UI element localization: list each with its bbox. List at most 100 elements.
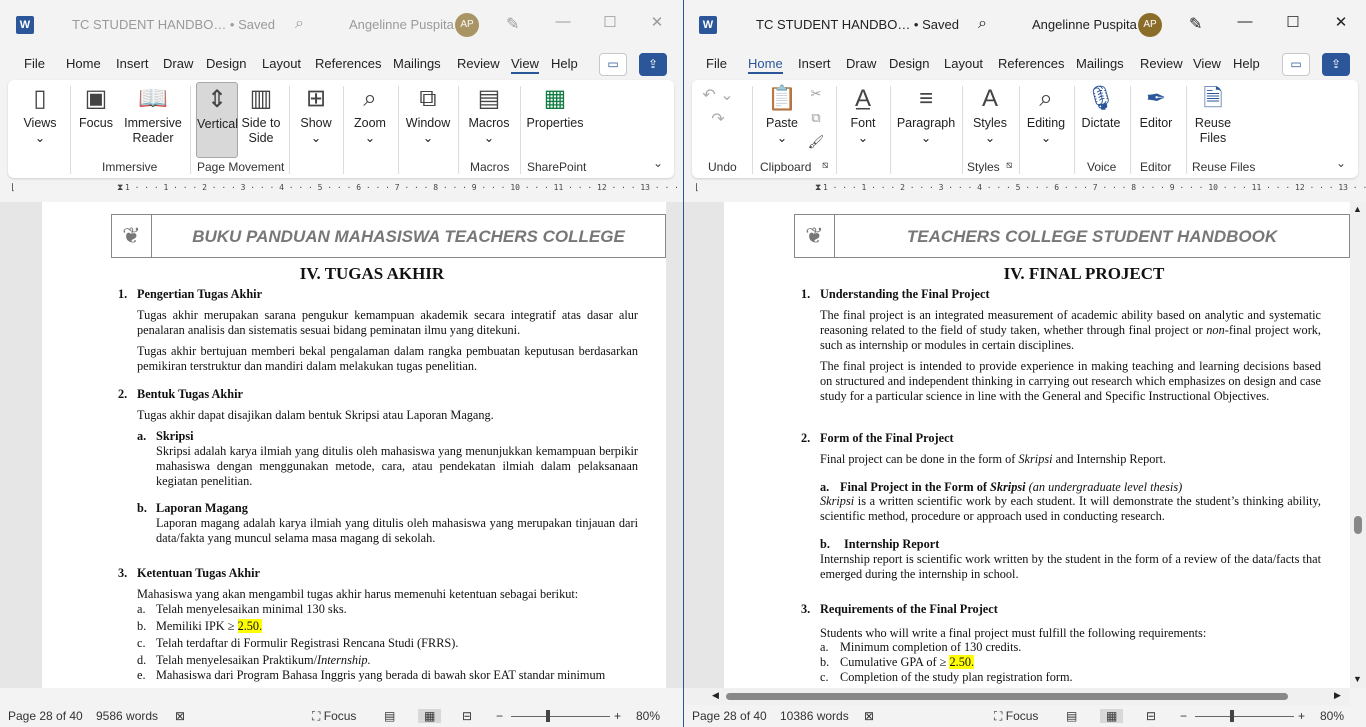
focus-mode-button[interactable]: ⛶ Focus: [994, 709, 1038, 724]
tab-review[interactable]: Review: [1140, 56, 1183, 71]
designer-icon[interactable]: ✎: [506, 14, 519, 34]
scroll-up-arrow-icon[interactable]: ▲: [1353, 204, 1362, 214]
page-count[interactable]: Page 28 of 40: [692, 709, 767, 723]
read-mode-icon[interactable]: ▤: [1066, 709, 1077, 723]
document-page[interactable]: ❦ BUKU PANDUAN MAHASISWA TEACHERS COLLEG…: [42, 202, 666, 688]
views-button[interactable]: ▯ Views ⌄: [18, 82, 62, 158]
indent-marker[interactable]: ⧗: [117, 183, 123, 193]
horizontal-ruler[interactable]: ⌊ ⧗ 1 · · · 1 · · · 2 · · · 3 · · · 4 · …: [0, 183, 683, 197]
document-area[interactable]: ❦ BUKU PANDUAN MAHASISWA TEACHERS COLLEG…: [0, 202, 683, 688]
scroll-right-arrow-icon[interactable]: ▶: [1334, 690, 1341, 701]
avatar[interactable]: AP: [455, 13, 479, 37]
tab-design[interactable]: Design: [206, 56, 246, 71]
tab-layout[interactable]: Layout: [262, 56, 301, 71]
tab-mailings[interactable]: Mailings: [393, 56, 441, 71]
focus-button[interactable]: ▣ Focus: [76, 82, 116, 158]
zoom-out-button[interactable]: −: [1180, 709, 1187, 723]
search-icon[interactable]: ⌕: [978, 15, 987, 33]
zoom-in-button[interactable]: +: [1298, 709, 1305, 723]
minimize-button[interactable]: —: [1235, 13, 1255, 30]
maximize-button[interactable]: ☐: [600, 13, 620, 31]
zoom-out-button[interactable]: −: [496, 709, 503, 723]
zoom-level[interactable]: 80%: [1320, 709, 1344, 723]
page-count[interactable]: Page 28 of 40: [8, 709, 83, 723]
maximize-button[interactable]: ☐: [1283, 13, 1303, 31]
tab-references[interactable]: References: [998, 56, 1064, 71]
tab-file[interactable]: File: [24, 56, 45, 71]
tab-layout[interactable]: Layout: [944, 56, 983, 71]
tab-review[interactable]: Review: [457, 56, 500, 71]
indent-marker[interactable]: ⧗: [815, 183, 821, 193]
tab-view[interactable]: View: [511, 56, 539, 74]
window-button[interactable]: ⧉ Window ⌄: [404, 82, 452, 158]
web-layout-icon[interactable]: ⊟: [462, 709, 472, 723]
reuse-files-button[interactable]: 🗎 Reuse Files: [1192, 82, 1234, 158]
tab-draw[interactable]: Draw: [163, 56, 193, 71]
designer-icon[interactable]: ✎: [1189, 14, 1202, 34]
tab-view[interactable]: View: [1193, 56, 1221, 71]
paragraph-button[interactable]: ≡ Paragraph ⌄: [894, 82, 958, 158]
editor-button[interactable]: ✒ Editor: [1136, 82, 1176, 158]
read-mode-icon[interactable]: ▤: [384, 709, 395, 723]
styles-button[interactable]: A Styles ⌄: [968, 82, 1012, 158]
tab-insert[interactable]: Insert: [798, 56, 831, 71]
zoom-slider-thumb[interactable]: [1230, 710, 1234, 722]
comments-button[interactable]: ▭: [1282, 53, 1310, 76]
show-button[interactable]: ⊞ Show ⌄: [296, 82, 336, 158]
close-button[interactable]: ✕: [647, 13, 667, 31]
word-count[interactable]: 10386 words: [780, 709, 849, 723]
macros-button[interactable]: ▤ Macros ⌄: [464, 82, 514, 158]
chevron-down-icon[interactable]: ⌄: [653, 156, 663, 170]
editing-button[interactable]: ⌕ Editing ⌄: [1024, 82, 1068, 158]
tab-home[interactable]: Home: [748, 56, 783, 74]
share-button[interactable]: ⇪: [1322, 53, 1350, 76]
vertical-button[interactable]: ⇕ Vertical: [196, 82, 238, 158]
scroll-left-arrow-icon[interactable]: ◀: [712, 690, 719, 701]
chevron-down-icon[interactable]: ⌄: [1336, 156, 1346, 170]
print-layout-icon[interactable]: ▦: [418, 709, 442, 723]
web-layout-icon[interactable]: ⊟: [1146, 709, 1156, 723]
zoom-slider[interactable]: [511, 716, 610, 717]
dialog-launcher-icon[interactable]: ⧅: [822, 160, 828, 171]
proofing-icon[interactable]: ⊠: [175, 709, 185, 723]
horizontal-ruler[interactable]: ⌊ ⧗ 1 · · · 1 · · · 2 · · · 3 · · · 4 · …: [684, 183, 1366, 197]
tab-file[interactable]: File: [706, 56, 727, 71]
vertical-scrollbar[interactable]: ▲ ▼: [1350, 202, 1366, 688]
dialog-launcher-icon[interactable]: ⧅: [1006, 160, 1012, 171]
minimize-button[interactable]: —: [553, 13, 573, 30]
document-page[interactable]: ❦ TEACHERS COLLEGE STUDENT HANDBOOK IV. …: [724, 202, 1350, 688]
font-button[interactable]: A̲ Font ⌄: [842, 82, 884, 158]
tab-mailings[interactable]: Mailings: [1076, 56, 1124, 71]
document-title[interactable]: TC STUDENT HANDBO… • Saved: [756, 17, 959, 32]
zoom-slider-thumb[interactable]: [546, 710, 550, 722]
properties-button[interactable]: ▦ Properties: [524, 82, 586, 158]
undo-button[interactable]: ↶ ⌄ ↷: [700, 84, 736, 134]
side-to-side-button[interactable]: ▥ Side to Side: [240, 82, 282, 158]
print-layout-icon[interactable]: ▦: [1100, 709, 1124, 723]
tab-help[interactable]: Help: [551, 56, 578, 71]
search-icon[interactable]: ⌕: [295, 15, 304, 33]
tab-references[interactable]: References: [315, 56, 381, 71]
scrollbar-thumb[interactable]: [726, 693, 1288, 700]
proofing-icon[interactable]: ⊠: [864, 709, 874, 723]
close-button[interactable]: ✕: [1331, 13, 1351, 31]
document-title[interactable]: TC STUDENT HANDBO… • Saved: [72, 17, 275, 32]
tab-draw[interactable]: Draw: [846, 56, 876, 71]
immersive-reader-button[interactable]: 📖 Immersive Reader: [118, 82, 188, 158]
comments-button[interactable]: ▭: [599, 53, 627, 76]
focus-mode-button[interactable]: ⛶ Focus: [312, 709, 356, 724]
clipboard-tools[interactable]: ✂ ⧉ 🖌: [806, 82, 826, 158]
tab-home[interactable]: Home: [66, 56, 101, 71]
avatar[interactable]: AP: [1138, 13, 1162, 37]
scrollbar-thumb[interactable]: [1354, 516, 1362, 534]
tab-insert[interactable]: Insert: [116, 56, 149, 71]
tab-design[interactable]: Design: [889, 56, 929, 71]
tab-help[interactable]: Help: [1233, 56, 1260, 71]
share-button[interactable]: ⇪: [639, 53, 667, 76]
zoom-slider[interactable]: [1195, 716, 1294, 717]
paste-button[interactable]: 📋 Paste ⌄: [758, 82, 806, 158]
word-count[interactable]: 9586 words: [96, 709, 158, 723]
horizontal-scrollbar[interactable]: ◀ ▶: [684, 688, 1350, 705]
zoom-level[interactable]: 80%: [636, 709, 660, 723]
dictate-button[interactable]: 🎙 Dictate: [1078, 82, 1124, 158]
